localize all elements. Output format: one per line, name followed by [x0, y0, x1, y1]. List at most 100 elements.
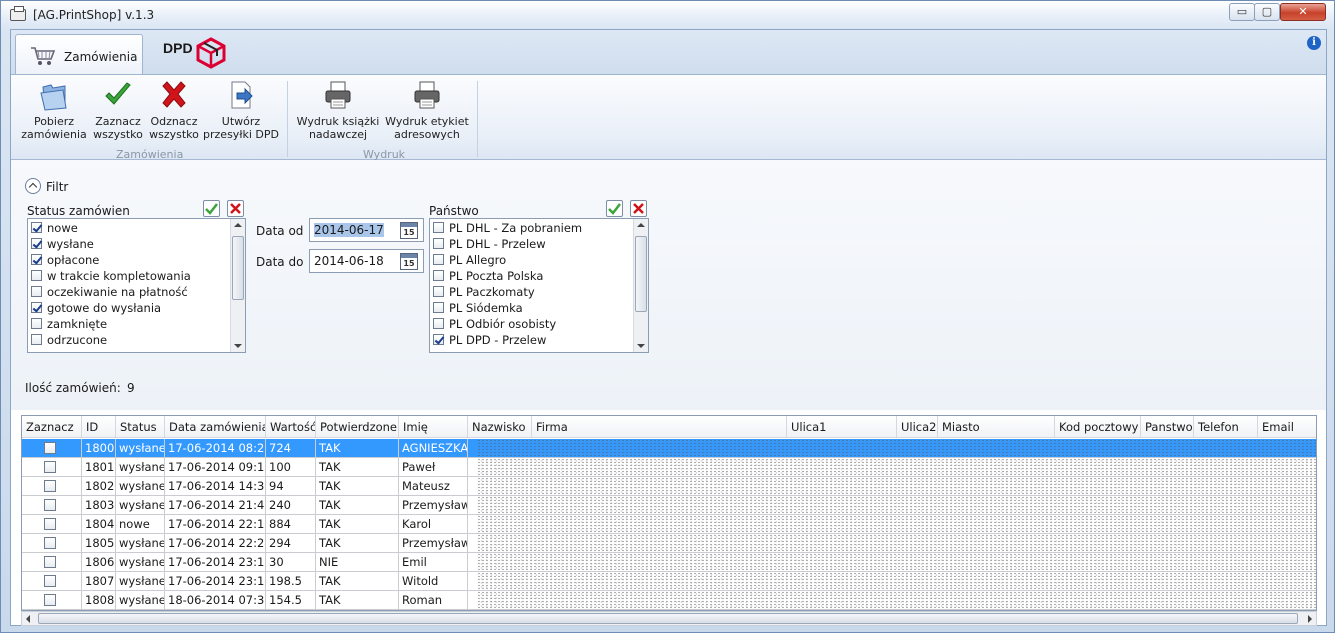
country-item[interactable]: PL Siódemka [433, 300, 523, 316]
column-header[interactable]: Zaznacz [22, 416, 82, 438]
country-item[interactable]: PL Allegro [433, 252, 506, 268]
date-to-picker[interactable]: 2014-06-18 15 [309, 249, 424, 273]
status-item[interactable]: w trakcie kompletowania [31, 268, 191, 284]
filter-collapse-chevron-icon[interactable] [25, 178, 41, 194]
checkbox[interactable] [31, 238, 42, 249]
column-header[interactable]: Panstwo [1141, 416, 1194, 438]
print-address-labels-button[interactable]: Wydruk etykiet adresowych [384, 79, 470, 141]
checkbox[interactable] [433, 270, 444, 281]
table-horizontal-scrollbar[interactable] [21, 611, 1317, 626]
date-to-value[interactable]: 2014-06-18 [314, 254, 384, 268]
table-row[interactable]: 1801 wysłane 17-06-2014 09:10 100 TAK Paweł [22, 458, 1316, 477]
calendar-icon[interactable]: 15 [400, 222, 418, 239]
table-row[interactable]: 1808 wysłane 18-06-2014 07:37 154.5 TAK Roman [22, 591, 1316, 610]
select-cell[interactable] [22, 534, 82, 553]
row-checkbox[interactable] [44, 499, 56, 511]
column-header[interactable]: Email [1258, 416, 1316, 438]
status-item[interactable]: opłacone [31, 252, 99, 268]
select-cell[interactable] [22, 591, 82, 610]
country-item[interactable]: PL Paczkomaty [433, 284, 535, 300]
country-item[interactable]: PL DHL - Przelew [433, 236, 546, 252]
checkbox[interactable] [31, 254, 42, 265]
checkbox[interactable] [433, 222, 444, 233]
select-cell[interactable] [22, 439, 82, 458]
tab-orders[interactable]: Zamówienia [15, 34, 143, 74]
title-bar[interactable]: [AG.PrintShop] v.1.3 ▭ ▢ ✕ [1, 1, 1334, 29]
checkbox[interactable] [433, 302, 444, 313]
scroll-left-icon[interactable] [26, 615, 30, 623]
checkbox[interactable] [433, 238, 444, 249]
column-header[interactable]: Nazwisko [468, 416, 532, 438]
scroll-up-icon[interactable] [637, 223, 645, 227]
checkbox[interactable] [31, 302, 42, 313]
info-icon[interactable]: i [1307, 36, 1321, 50]
select-cell[interactable] [22, 496, 82, 515]
select-cell[interactable] [22, 477, 82, 496]
row-checkbox[interactable] [44, 556, 56, 568]
country-item[interactable]: PL DPD - Przelew [433, 332, 546, 348]
scrollbar-thumb[interactable] [38, 613, 1298, 624]
status-checklist[interactable]: nowe wysłane opłacone w trakcie kompletowan… [27, 218, 246, 353]
country-item[interactable]: PL DHL - Za pobraniem [433, 220, 582, 236]
row-checkbox[interactable] [44, 442, 56, 454]
table-row[interactable]: 1803 wysłane 17-06-2014 21:45 240 TAK Przemys… [22, 496, 1316, 515]
checkbox[interactable] [31, 222, 42, 233]
country-checklist[interactable]: PL DHL - Za pobraniem PL DHL - Przelew PL … [429, 218, 649, 353]
column-header[interactable]: Ulica1 [787, 416, 897, 438]
country-clear-all-button[interactable] [630, 200, 647, 217]
check-all-button[interactable]: Zaznacz wszystko [91, 79, 145, 141]
table-row[interactable]: 1800 wysłane 17-06-2014 08:27 724 TAK AGNIESZ… [22, 439, 1316, 458]
row-checkbox[interactable] [44, 537, 56, 549]
status-clear-all-button[interactable] [227, 200, 244, 217]
column-header[interactable]: Potwierdzone [316, 416, 399, 438]
row-checkbox[interactable] [44, 594, 56, 606]
orders-table[interactable]: Zaznacz ID Status Data zamówienia Wartość Pot… [21, 415, 1317, 611]
country-select-all-button[interactable] [606, 200, 623, 217]
column-header[interactable]: Status [116, 416, 165, 438]
scroll-down-icon[interactable] [637, 344, 645, 348]
status-item[interactable]: nowe [31, 220, 78, 236]
calendar-icon[interactable]: 15 [400, 253, 418, 270]
table-row[interactable]: 1802 wysłane 17-06-2014 14:31 94 TAK Mateusz [22, 477, 1316, 496]
status-list-scrollbar[interactable] [230, 219, 245, 352]
column-header[interactable]: Wartość [266, 416, 316, 438]
country-item[interactable]: PL Odbiór osobisty [433, 316, 556, 332]
row-checkbox[interactable] [44, 575, 56, 587]
checkbox[interactable] [433, 334, 444, 345]
status-item[interactable]: gotowe do wysłania [31, 300, 161, 316]
scroll-down-icon[interactable] [234, 344, 242, 348]
status-item[interactable]: oczekiwanie na płatność [31, 284, 188, 300]
column-header[interactable]: Firma [532, 416, 787, 438]
country-list-scrollbar[interactable] [633, 219, 648, 352]
select-cell[interactable] [22, 515, 82, 534]
column-header[interactable]: ID [82, 416, 116, 438]
minimize-button[interactable]: ▭ [1229, 3, 1255, 21]
column-header[interactable]: Ulica2 [897, 416, 938, 438]
select-cell[interactable] [22, 572, 82, 591]
scroll-up-icon[interactable] [234, 223, 242, 227]
checkbox[interactable] [433, 254, 444, 265]
table-row[interactable]: 1805 wysłane 17-06-2014 22:24 294 TAK Przemys… [22, 534, 1316, 553]
fetch-orders-button[interactable]: Pobierz zamówienia [21, 79, 87, 141]
date-from-value[interactable]: 2014-06-17 [314, 223, 384, 237]
row-checkbox[interactable] [44, 518, 56, 530]
column-header[interactable]: Data zamówienia [165, 416, 266, 438]
checkbox[interactable] [31, 286, 42, 297]
create-dpd-shipments-button[interactable]: Utwórz przesyłki DPD [203, 79, 279, 141]
scroll-right-icon[interactable] [1308, 615, 1312, 623]
status-item[interactable]: odrzucone [31, 332, 107, 348]
column-header[interactable]: Imię [399, 416, 468, 438]
print-dispatch-book-button[interactable]: Wydruk książki nadawczej [295, 79, 381, 141]
column-header[interactable]: Telefon [1194, 416, 1258, 438]
maximize-button[interactable]: ▢ [1254, 3, 1280, 21]
table-row[interactable]: 1806 wysłane 17-06-2014 23:10 30 NIE Emil [22, 553, 1316, 572]
status-select-all-button[interactable] [203, 200, 220, 217]
tab-dpd[interactable]: DPD [151, 34, 241, 74]
country-item[interactable]: PL Poczta Polska [433, 268, 543, 284]
column-header[interactable]: Miasto [938, 416, 1055, 438]
checkbox[interactable] [433, 286, 444, 297]
uncheck-all-button[interactable]: Odznacz wszystko [147, 79, 201, 141]
select-cell[interactable] [22, 458, 82, 477]
checkbox[interactable] [433, 318, 444, 329]
status-item[interactable]: zamknięte [31, 316, 107, 332]
